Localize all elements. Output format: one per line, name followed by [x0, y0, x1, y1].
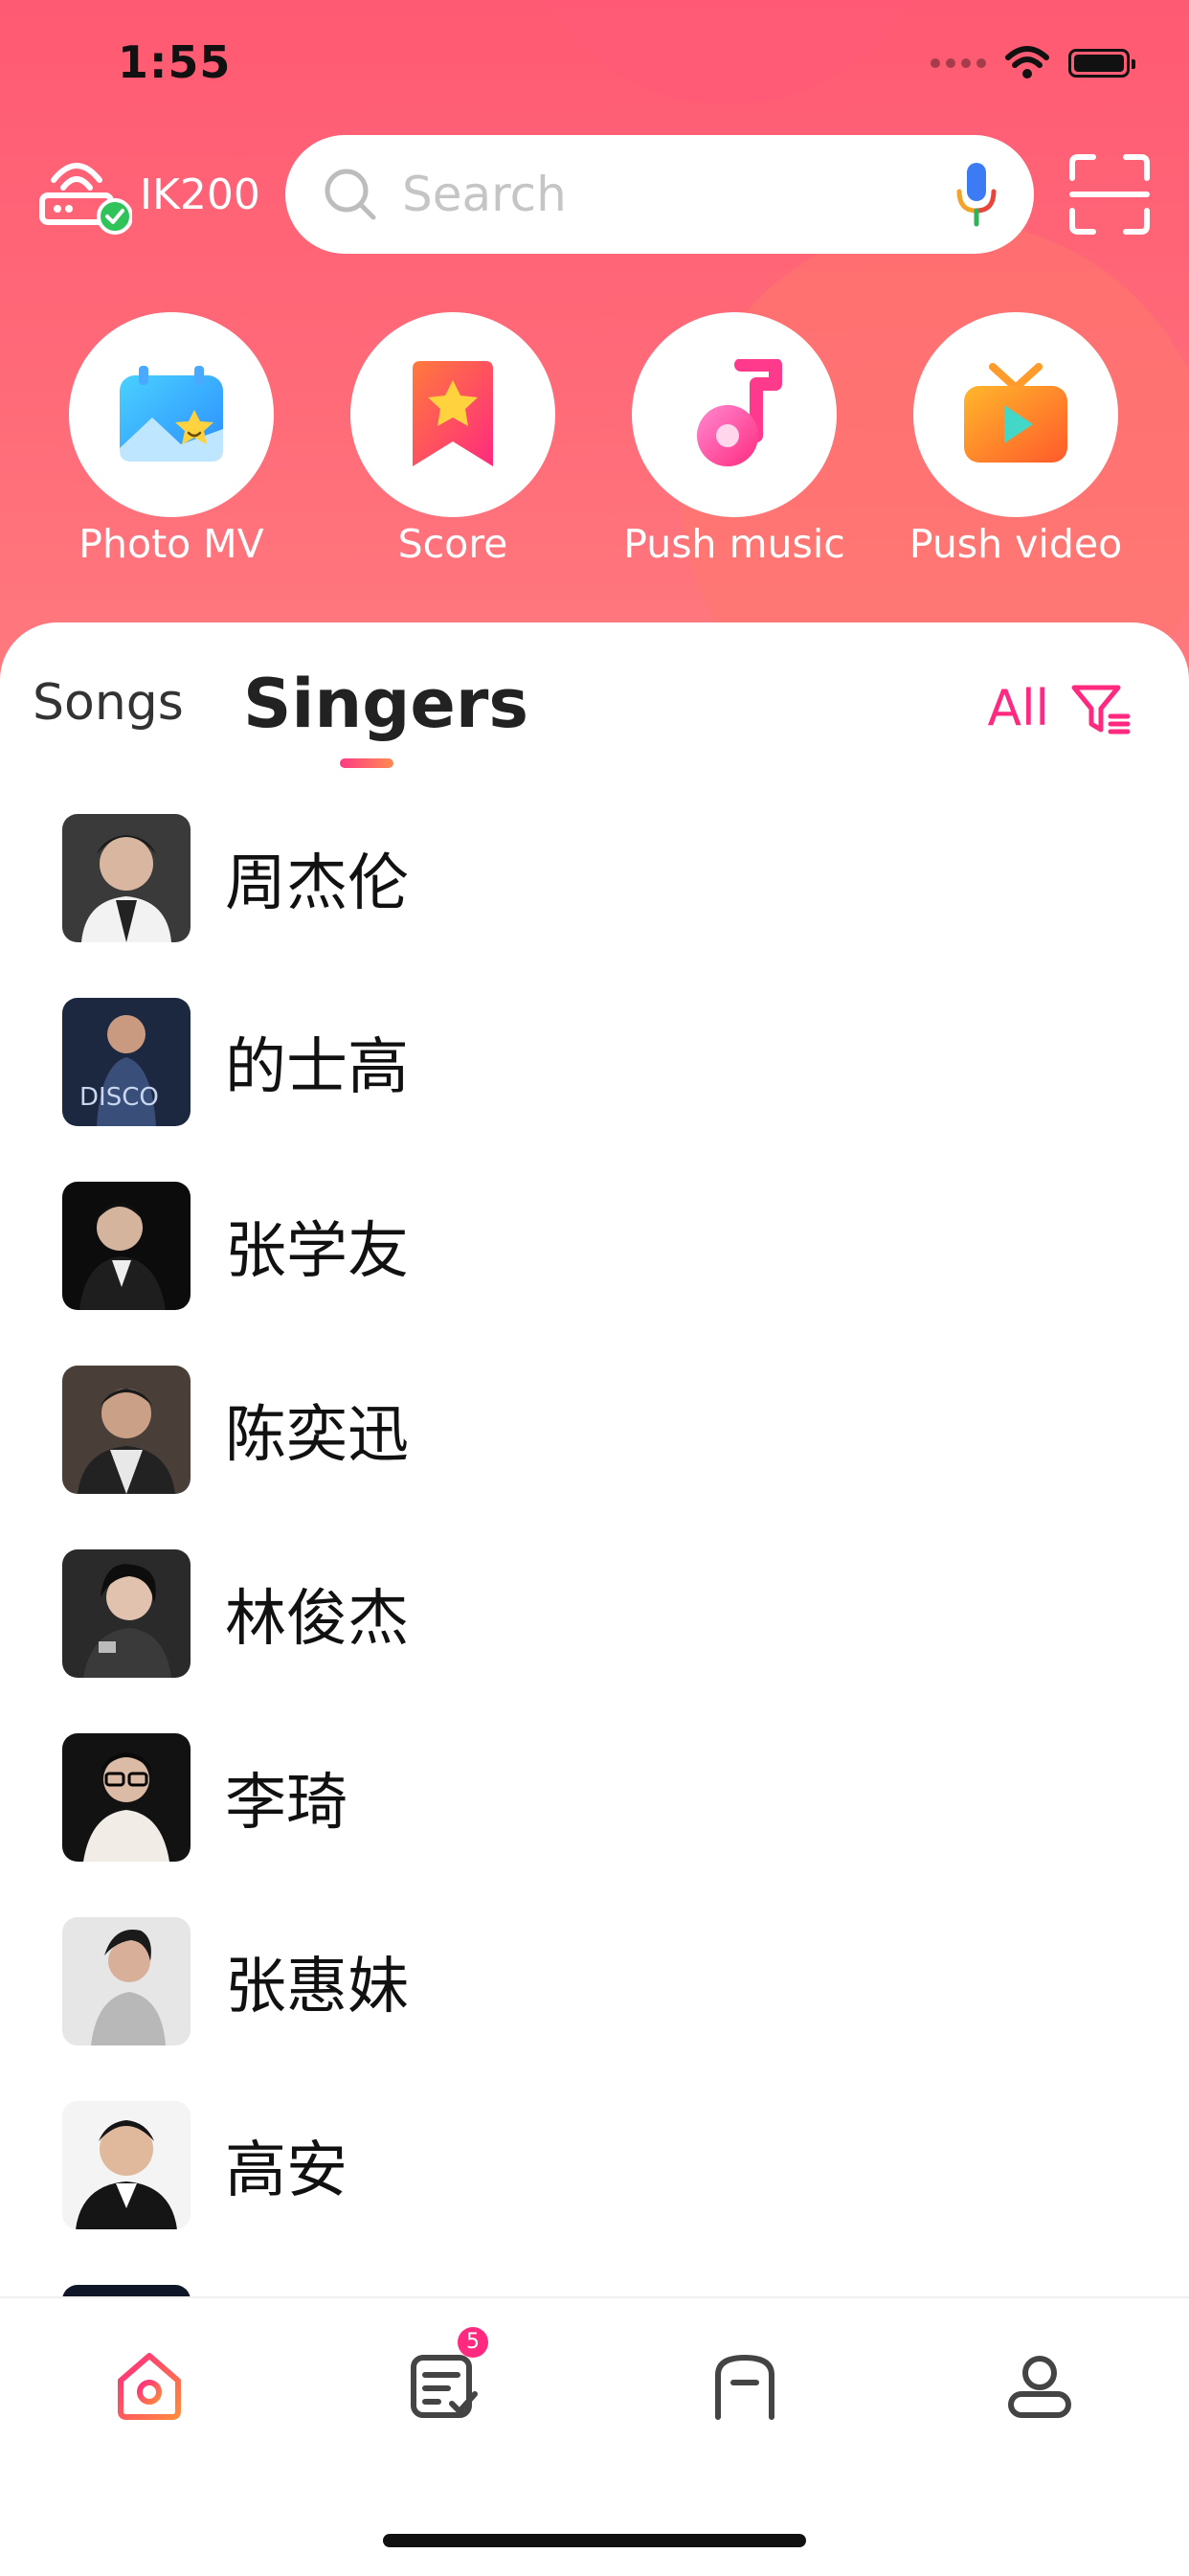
singer-row[interactable]: 高安	[62, 2101, 348, 2229]
content-panel: Songs Singers All 周杰伦 DISCO 的士高 张学友 陈奕迅 …	[0, 622, 1189, 2298]
singer-avatar	[62, 1917, 191, 2045]
filter-icon	[1071, 685, 1131, 734]
playlist-icon[interactable]	[406, 2348, 482, 2425]
singer-avatar: DISCO	[62, 998, 191, 1126]
singer-name: 高安	[225, 2135, 348, 2206]
singer-row[interactable]: 林俊杰	[62, 1549, 409, 1678]
singer-avatar	[62, 1182, 191, 1310]
filter-button[interactable]: All	[988, 680, 1132, 737]
device-connection[interactable]: IK200	[36, 151, 260, 237]
search-input[interactable]: Search	[402, 167, 953, 222]
quick-action-push-music[interactable]: Push music	[594, 312, 875, 567]
singer-row[interactable]: 周杰伦	[62, 814, 409, 942]
singer-name: 张惠妹	[225, 1952, 409, 2022]
singer-row[interactable]: DISCO 的士高	[62, 998, 409, 1126]
quick-action-circle	[913, 312, 1118, 517]
router-connected-icon	[36, 151, 133, 237]
profile-icon[interactable]	[1001, 2348, 1078, 2425]
home-indicator[interactable]	[383, 2534, 806, 2547]
push-music-icon	[697, 359, 782, 466]
singer-row[interactable]: 张惠妹	[62, 1917, 409, 2045]
score-icon	[413, 361, 493, 466]
header-decoration	[517, 0, 938, 105]
singer-row[interactable]: 李琦	[62, 1733, 348, 1862]
home-icon[interactable]	[111, 2348, 188, 2425]
device-name: IK200	[140, 169, 260, 219]
singer-avatar	[62, 2101, 191, 2229]
quick-action-circle	[632, 312, 837, 517]
singer-avatar	[62, 1733, 191, 1862]
tab-singers[interactable]: Singers	[243, 665, 528, 743]
singer-name: 李琦	[225, 1768, 348, 1839]
playlist-badge: 5	[458, 2327, 488, 2358]
svg-text:DISCO: DISCO	[79, 1083, 159, 1112]
search-bar[interactable]: Search	[285, 135, 1034, 254]
wifi-icon	[1005, 46, 1049, 79]
search-icon	[325, 169, 376, 220]
singer-row[interactable]: 陈奕迅	[62, 1366, 409, 1494]
push-video-icon	[964, 363, 1067, 463]
scan-icon[interactable]	[1068, 153, 1151, 236]
header: 1:55 IK200 Search Photo MV Score Push mu…	[0, 0, 1189, 689]
photo-mv-icon	[120, 366, 223, 462]
singer-avatar	[62, 1549, 191, 1678]
singer-avatar	[62, 814, 191, 942]
quick-action-label: Score	[397, 521, 508, 567]
singer-name: 的士高	[225, 1032, 409, 1103]
filter-label: All	[987, 680, 1049, 737]
quick-action-circle	[69, 312, 274, 517]
singer-name: 周杰伦	[225, 848, 409, 919]
singer-row[interactable]: 张学友	[62, 1182, 409, 1310]
tab-active-indicator	[340, 758, 393, 768]
singer-avatar	[62, 1366, 191, 1494]
quick-action-score[interactable]: Score	[312, 312, 594, 567]
status-time: 1:55	[118, 36, 232, 88]
quick-action-label: Push video	[909, 521, 1123, 567]
cellular-signal-icon	[931, 58, 986, 68]
singer-name: 张学友	[225, 1216, 409, 1287]
quick-action-push-video[interactable]: Push video	[875, 312, 1156, 567]
battery-icon	[1068, 49, 1135, 78]
device-icon[interactable]	[707, 2348, 783, 2425]
quick-action-label: Push music	[623, 521, 845, 567]
tab-songs[interactable]: Songs	[33, 674, 184, 732]
quick-action-circle	[350, 312, 555, 517]
microphone-icon[interactable]	[953, 161, 999, 228]
quick-action-photo-mv[interactable]: Photo MV	[31, 312, 312, 567]
singer-name: 林俊杰	[225, 1584, 409, 1655]
status-icons	[931, 46, 1135, 80]
quick-action-label: Photo MV	[79, 521, 264, 567]
singer-name: 陈奕迅	[225, 1400, 409, 1471]
